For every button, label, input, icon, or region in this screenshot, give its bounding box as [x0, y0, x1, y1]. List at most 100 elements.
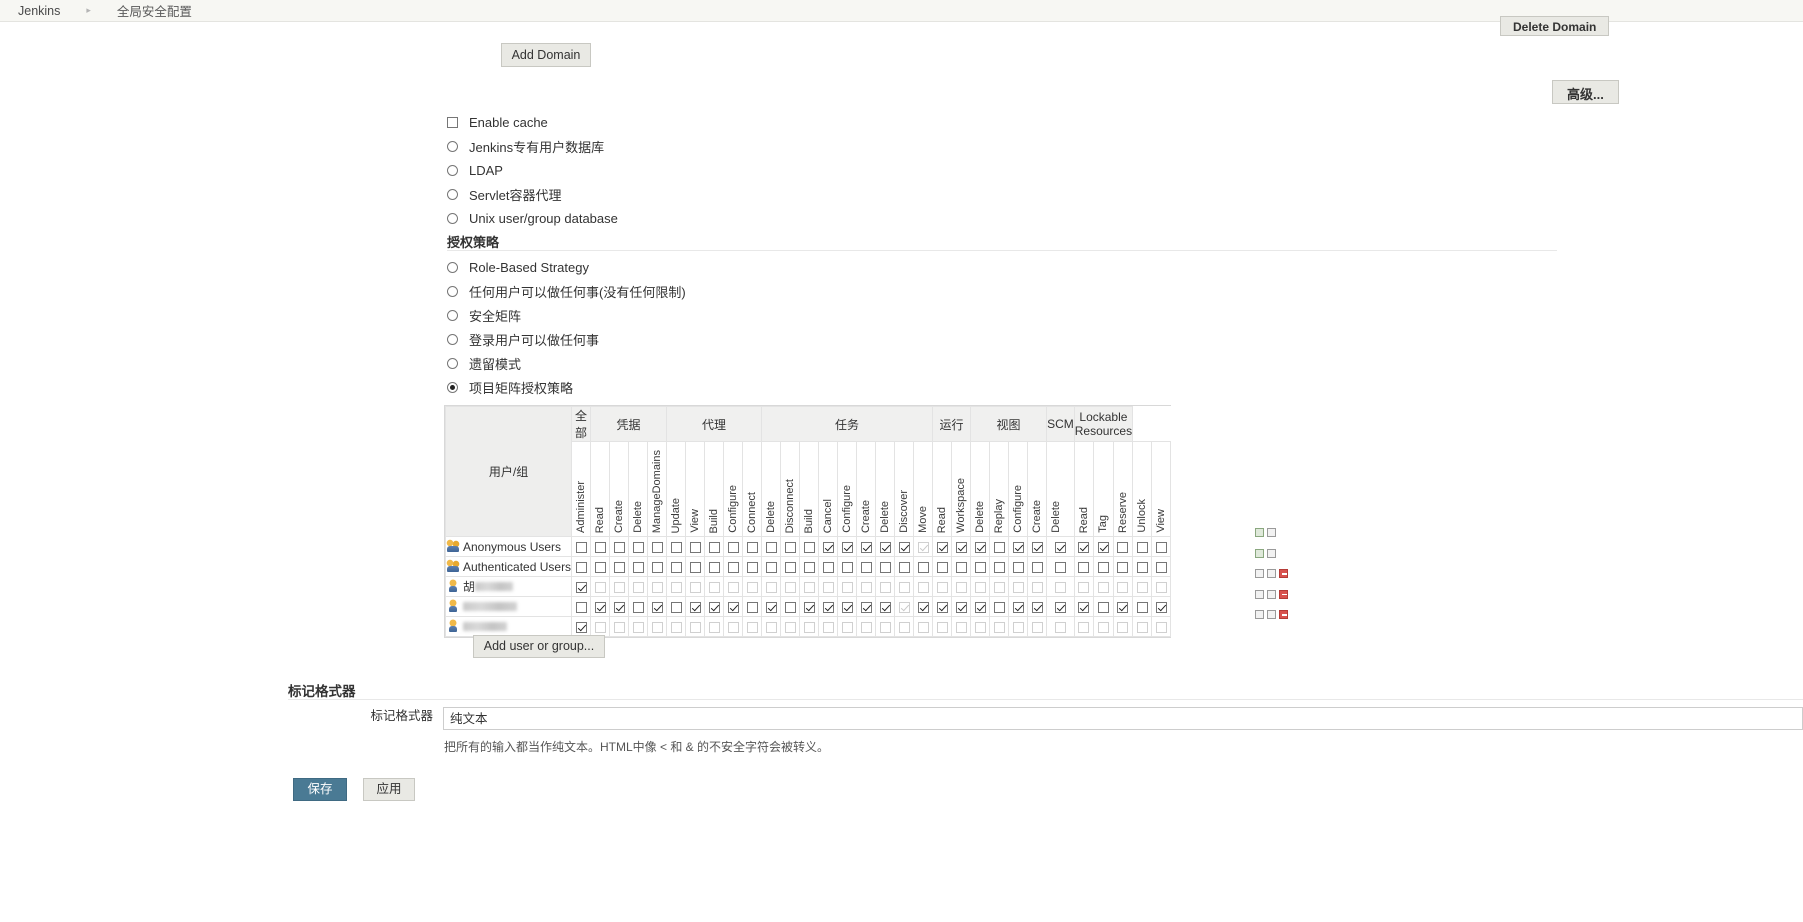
permission-cell[interactable] — [837, 596, 858, 617]
permission-checkbox[interactable] — [1097, 561, 1109, 573]
permission-checkbox[interactable] — [765, 581, 777, 593]
permission-cell[interactable] — [951, 536, 972, 557]
permission-cell[interactable] — [1151, 556, 1172, 577]
permission-checkbox[interactable] — [727, 561, 739, 573]
permission-checkbox[interactable] — [594, 581, 606, 593]
permission-cell[interactable] — [742, 556, 763, 577]
permission-cell[interactable] — [628, 616, 649, 637]
permission-checkbox[interactable] — [1136, 621, 1148, 633]
permission-checkbox[interactable] — [803, 581, 815, 593]
permission-cell[interactable] — [837, 536, 858, 557]
permission-checkbox[interactable] — [1031, 561, 1043, 573]
permission-cell[interactable] — [970, 576, 991, 597]
permission-cell[interactable] — [590, 616, 611, 637]
permission-cell[interactable] — [932, 556, 953, 577]
permission-cell[interactable] — [1008, 556, 1029, 577]
permission-checkbox[interactable] — [974, 581, 986, 593]
permission-checkbox[interactable] — [746, 621, 758, 633]
permission-cell[interactable] — [1132, 596, 1153, 617]
permission-cell[interactable] — [799, 616, 820, 637]
permission-checkbox[interactable] — [1078, 621, 1090, 633]
permission-cell[interactable] — [818, 596, 839, 617]
permission-checkbox[interactable] — [632, 581, 644, 593]
permission-cell[interactable] — [894, 576, 915, 597]
permission-checkbox[interactable] — [917, 601, 929, 613]
permission-cell[interactable] — [1027, 596, 1048, 617]
permission-cell[interactable] — [628, 536, 649, 557]
permission-cell[interactable] — [1027, 616, 1048, 637]
permission-cell[interactable] — [818, 536, 839, 557]
toggle-row-icon[interactable] — [1255, 569, 1264, 578]
security-realm-radio[interactable] — [447, 164, 458, 176]
security-realm-option-1[interactable]: Jenkins专有用户数据库 — [447, 134, 618, 158]
permission-checkbox[interactable] — [1031, 621, 1043, 633]
permission-cell[interactable] — [780, 576, 801, 597]
permission-checkbox[interactable] — [689, 561, 701, 573]
permission-cell[interactable] — [742, 596, 763, 617]
permission-cell[interactable] — [1151, 596, 1172, 617]
permission-cell[interactable] — [913, 556, 934, 577]
permission-cell[interactable] — [837, 556, 858, 577]
permission-checkbox[interactable] — [613, 621, 625, 633]
permission-cell[interactable] — [590, 556, 611, 577]
permission-cell[interactable] — [894, 536, 915, 557]
permission-cell[interactable] — [590, 596, 611, 617]
permission-cell[interactable] — [1112, 536, 1134, 557]
permission-cell[interactable] — [1046, 536, 1075, 557]
permission-checkbox[interactable] — [1155, 581, 1167, 593]
permission-cell[interactable] — [1112, 596, 1134, 617]
permission-checkbox[interactable] — [974, 621, 986, 633]
security-realm-option-4[interactable]: Unix user/group database — [447, 206, 618, 230]
toggle-row-icon[interactable] — [1267, 589, 1276, 599]
permission-checkbox[interactable] — [784, 621, 796, 633]
permission-cell[interactable] — [818, 556, 839, 577]
permission-checkbox[interactable] — [1117, 561, 1129, 573]
enable-cache-checkbox[interactable] — [447, 116, 458, 128]
permission-cell[interactable] — [1073, 576, 1095, 597]
permission-checkbox[interactable] — [765, 541, 777, 553]
permission-checkbox[interactable] — [784, 561, 796, 573]
permission-cell[interactable] — [894, 596, 915, 617]
toggle-row-icon[interactable] — [1255, 589, 1264, 599]
permission-cell[interactable] — [1073, 596, 1095, 617]
permission-cell[interactable] — [989, 616, 1010, 637]
permission-checkbox[interactable] — [1155, 601, 1167, 613]
permission-cell[interactable] — [609, 596, 630, 617]
permission-checkbox[interactable] — [898, 621, 910, 633]
permission-checkbox[interactable] — [860, 621, 872, 633]
permission-cell[interactable] — [761, 536, 782, 557]
permission-checkbox[interactable] — [651, 581, 663, 593]
permission-cell[interactable] — [704, 576, 725, 597]
permission-checkbox[interactable] — [1097, 621, 1109, 633]
permission-checkbox[interactable] — [575, 601, 587, 613]
permission-cell[interactable] — [666, 616, 687, 637]
permission-cell[interactable] — [1008, 576, 1029, 597]
toggle-row-icon[interactable] — [1267, 528, 1276, 537]
permission-cell[interactable] — [1112, 616, 1134, 637]
permission-cell[interactable] — [875, 536, 896, 557]
permission-cell[interactable] — [723, 576, 744, 597]
permission-cell[interactable] — [685, 616, 706, 637]
permission-checkbox[interactable] — [670, 621, 682, 633]
permission-checkbox[interactable] — [689, 581, 701, 593]
permission-checkbox[interactable] — [974, 601, 986, 613]
permission-checkbox[interactable] — [993, 621, 1005, 633]
permission-checkbox[interactable] — [594, 561, 606, 573]
permission-cell[interactable] — [951, 616, 972, 637]
permission-cell[interactable] — [666, 576, 687, 597]
permission-cell[interactable] — [628, 576, 649, 597]
permission-cell[interactable] — [590, 536, 611, 557]
permission-cell[interactable] — [894, 616, 915, 637]
authorization-option-5[interactable]: 项目矩阵授权策略 — [447, 375, 686, 399]
permission-cell[interactable] — [951, 556, 972, 577]
permission-cell[interactable] — [799, 556, 820, 577]
permission-cell[interactable] — [628, 556, 649, 577]
permission-checkbox[interactable] — [651, 561, 663, 573]
permission-checkbox[interactable] — [879, 601, 891, 613]
permission-cell[interactable] — [571, 556, 592, 577]
permission-checkbox[interactable] — [1078, 581, 1090, 593]
permission-cell[interactable] — [647, 556, 668, 577]
permission-checkbox[interactable] — [955, 581, 967, 593]
breadcrumb-current[interactable]: 全局安全配置 — [113, 1, 196, 20]
authorization-radio[interactable] — [447, 333, 458, 345]
